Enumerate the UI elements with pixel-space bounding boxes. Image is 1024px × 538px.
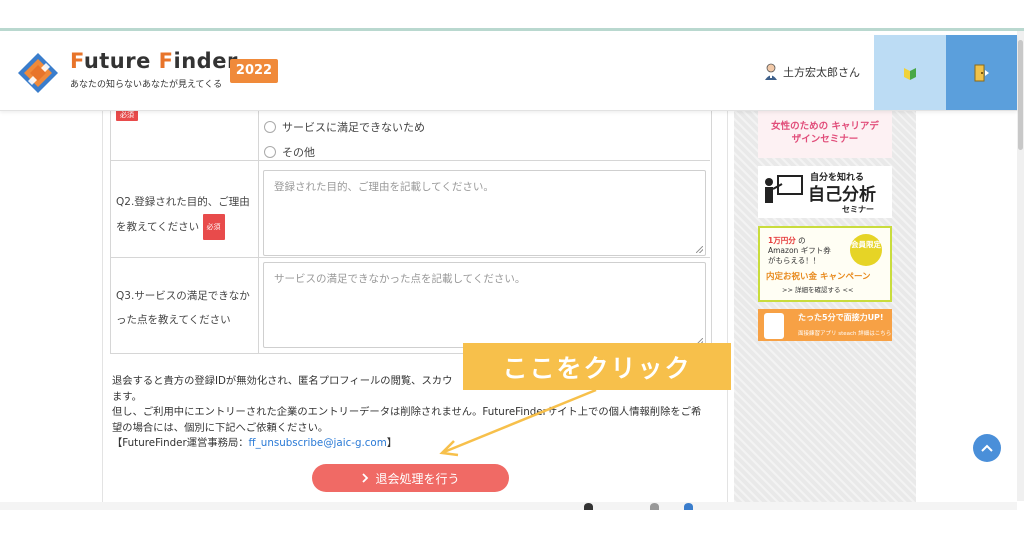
logout-button[interactable] [946, 35, 1017, 110]
bottom-icon [650, 503, 659, 510]
q2-placeholder: 登録された目的、ご理由を記載してください。 [274, 181, 494, 193]
table-divider [110, 160, 710, 161]
logo-title[interactable]: Future Finder [70, 49, 238, 73]
resize-handle-icon[interactable] [696, 246, 703, 253]
q3-placeholder: サービスの満足できなかった点を記載してください。 [274, 273, 526, 285]
bottom-icon [684, 503, 693, 510]
radio-button[interactable] [264, 146, 276, 158]
radio-label: サービスに満足できないため [282, 121, 425, 134]
interview-app-banner[interactable]: たった5分で面接力UP! 面接練習アプリ steach 詳細はこちら [758, 309, 892, 341]
logout-door-icon [974, 64, 989, 81]
radio-label: その他 [282, 146, 315, 159]
logo-subtitle: あなたの知らないあなたが見えてくる [70, 80, 223, 90]
beginner-leaf-icon [904, 67, 916, 80]
chevron-up-icon [981, 444, 993, 452]
user-menu[interactable]: 土方宏太郎さん [763, 63, 860, 81]
bottom-icon [584, 503, 593, 510]
contact-line: 【FutureFinder運営事務局：ff_unsubscribe@jaic-g… [112, 437, 398, 449]
unsubscribe-button-label: 退会処理を行う [375, 471, 460, 486]
career-design-seminar-banner[interactable]: 女性のための キャリアデザインセミナー [758, 110, 892, 158]
scrollbar-thumb[interactable] [1018, 40, 1023, 150]
amazon-gift-campaign-banner[interactable]: 1万円分 の Amazon ギフト券 がもらえる！！ 会員限定 内定お祝い金 キ… [758, 226, 892, 302]
q2-textarea[interactable]: 登録された目的、ご理由を記載してください。 [263, 170, 706, 256]
bottom-strip [0, 502, 1017, 510]
required-badge: 必須 [202, 214, 225, 240]
right-gutter [916, 110, 1017, 502]
self-analysis-seminar-banner[interactable]: 自分を知れる 自己分析 セミナー [758, 166, 892, 218]
radio-option-unsatisfied[interactable]: サービスに満足できないため [264, 119, 425, 135]
radio-option-other[interactable]: その他 [264, 144, 315, 160]
q2-label: Q2.登録された目的、ご理由を教えてください 必須 [116, 190, 258, 240]
scroll-to-top-button[interactable] [973, 434, 1001, 462]
q3-label: Q3.サービスの満足できなかった点を教えてください [116, 290, 250, 326]
future-finder-logo-icon[interactable] [16, 51, 60, 95]
user-name: 土方宏太郎さん [783, 66, 860, 79]
year-badge: 2022 [230, 59, 278, 83]
left-gutter [0, 110, 102, 502]
beginner-guide-button[interactable] [874, 35, 946, 110]
chevron-right-icon [362, 473, 369, 483]
table-column-divider [258, 110, 259, 353]
click-here-callout: ここをクリック [463, 343, 731, 390]
table-divider [110, 257, 710, 258]
top-accent-line [0, 28, 1024, 31]
phone-icon [764, 313, 784, 339]
site-header: Future Finder あなたの知らないあなたが見えてくる 2022 土方宏… [0, 35, 1017, 111]
unsubscribe-button[interactable]: 退会処理を行う [312, 464, 509, 492]
q3-textarea[interactable]: サービスの満足できなかった点を記載してください。 [263, 262, 706, 348]
radio-button[interactable] [264, 121, 276, 133]
presenter-icon [765, 175, 803, 203]
members-only-badge: 会員限定 [850, 234, 882, 266]
contact-email-link[interactable]: ff_unsubscribe@jaic-g.com [249, 437, 387, 449]
user-avatar-icon [765, 63, 777, 80]
